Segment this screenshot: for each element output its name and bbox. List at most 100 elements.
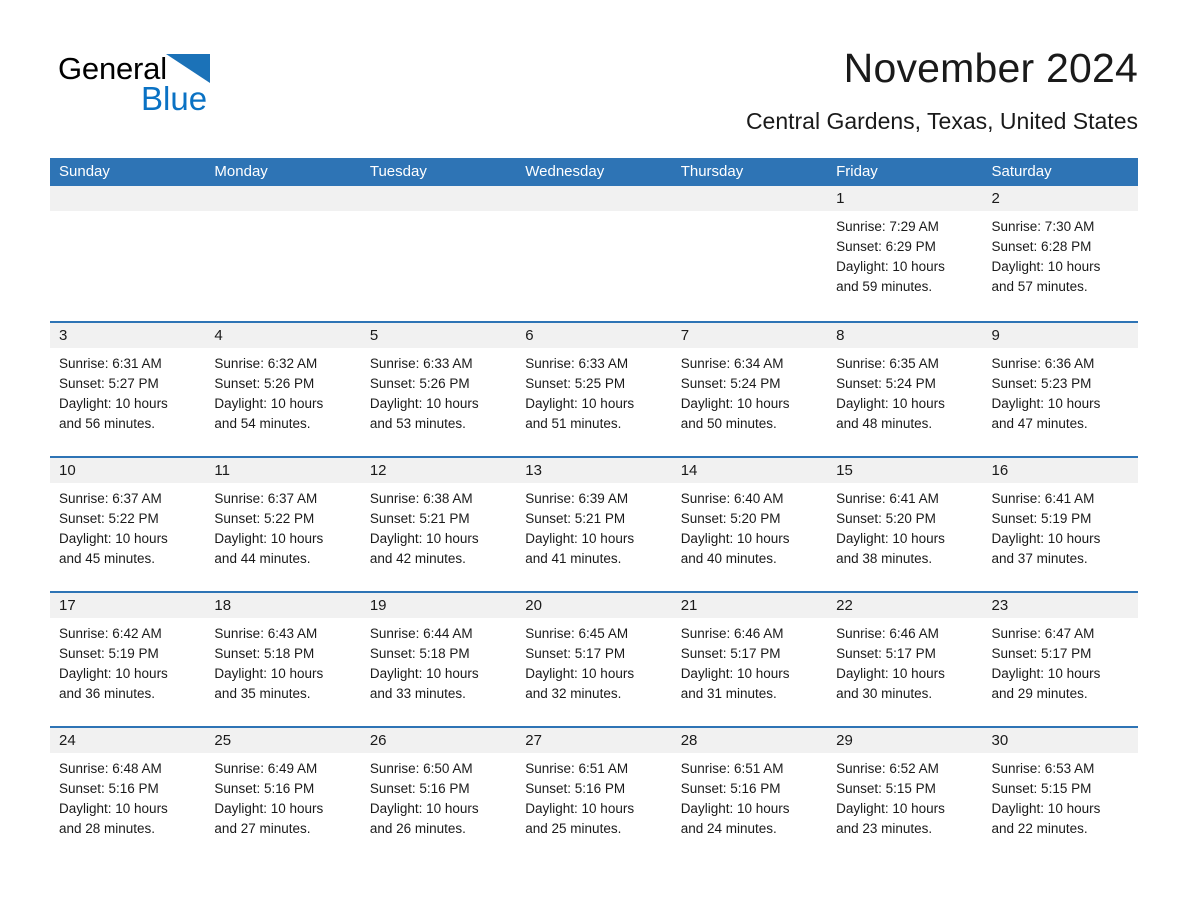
day-details: Sunrise: 6:32 AM Sunset: 5:26 PM Daylight:… — [205, 348, 360, 434]
day-daylight-line1-text: Daylight: 10 hours — [991, 396, 1101, 411]
calendar-day-cell[interactable]: 17 Sunrise: 6:42 AM Sunset: 5:19 PM Dayligh… — [50, 593, 206, 726]
day-sunset-text: Sunset: 5:17 PM — [525, 646, 626, 661]
day-number: 1 — [827, 186, 983, 211]
day-daylight-line1-text: Daylight: 10 hours — [59, 666, 168, 681]
day-details: Sunrise: 6:51 AM Sunset: 5:16 PM Daylight:… — [672, 753, 827, 839]
day-sunset-text: Sunset: 5:18 PM — [369, 646, 470, 661]
day-number: 19 — [360, 593, 517, 618]
day-sunrise-text: Sunrise: 6:50 AM — [369, 761, 473, 776]
day-sunrise-text: Sunrise: 6:37 AM — [214, 491, 318, 506]
day-sunrise-text: Sunrise: 7:29 AM — [836, 219, 939, 234]
calendar-week-row: 10 Sunrise: 6:37 AM Sunset: 5:22 PM Dayligh… — [50, 456, 1138, 591]
day-daylight-line1-text: Daylight: 10 hours — [836, 531, 945, 546]
calendar-day-cell[interactable]: 26 Sunrise: 6:50 AM Sunset: 5:16 PM Dayligh… — [360, 728, 517, 861]
calendar-day-cell[interactable]: 28 Sunrise: 6:51 AM Sunset: 5:16 PM Dayligh… — [671, 728, 828, 861]
day-daylight-line1-text: Daylight: 10 hours — [836, 396, 945, 411]
day-number: 22 — [827, 593, 983, 618]
calendar-day-cell[interactable]: 27 Sunrise: 6:51 AM Sunset: 5:16 PM Dayligh… — [516, 728, 672, 861]
day-daylight-line2-text: and 37 minutes. — [991, 551, 1088, 566]
calendar-day-cell[interactable]: 21 Sunrise: 6:46 AM Sunset: 5:17 PM Dayligh… — [671, 593, 828, 726]
calendar-day-cell[interactable]: 11 Sunrise: 6:37 AM Sunset: 5:22 PM Dayligh… — [205, 458, 361, 591]
day-sunset-text: Sunset: 5:16 PM — [214, 781, 315, 796]
calendar-day-cell[interactable]: 29 Sunrise: 6:52 AM Sunset: 5:15 PM Dayligh… — [827, 728, 983, 861]
weekday-header-friday: Friday — [836, 163, 878, 180]
day-number: 30 — [982, 728, 1138, 753]
general-blue-logo[interactable]: General Blue — [58, 52, 288, 118]
day-sunrise-text: Sunrise: 6:51 AM — [525, 761, 629, 776]
day-daylight-line2-text: and 44 minutes. — [214, 551, 311, 566]
calendar-day-cell[interactable]: 16 Sunrise: 6:41 AM Sunset: 5:19 PM Dayligh… — [982, 458, 1138, 591]
day-number: 25 — [205, 728, 361, 753]
calendar-day-cell[interactable]: 1 Sunrise: 7:29 AM Sunset: 6:29 PM Daylight… — [827, 186, 983, 321]
calendar-day-cell[interactable]: 7 Sunrise: 6:34 AM Sunset: 5:24 PM Daylight… — [671, 323, 828, 456]
day-daylight-line1-text: Daylight: 10 hours — [214, 396, 324, 411]
calendar-day-cell[interactable]: 8 Sunrise: 6:35 AM Sunset: 5:24 PM Daylight… — [827, 323, 983, 456]
calendar-day-cell[interactable]: 4 Sunrise: 6:32 AM Sunset: 5:26 PM Daylight… — [205, 323, 361, 456]
title-block: November 2024 Central Gardens, Texas, Un… — [438, 44, 1138, 136]
day-number: 27 — [516, 728, 672, 753]
day-sunset-text: Sunset: 5:17 PM — [836, 646, 936, 661]
calendar-day-cell[interactable]: 23 Sunrise: 6:47 AM Sunset: 5:17 PM Dayligh… — [982, 593, 1138, 726]
day-daylight-line2-text: and 25 minutes. — [525, 821, 622, 836]
day-sunrise-text: Sunrise: 6:33 AM — [369, 356, 473, 371]
weekday-header-saturday: Saturday — [991, 163, 1052, 180]
day-sunrise-text: Sunrise: 6:46 AM — [836, 626, 939, 641]
day-number: 20 — [516, 593, 672, 618]
calendar-day-cell[interactable]: 3 Sunrise: 6:31 AM Sunset: 5:27 PM Daylight… — [50, 323, 206, 456]
day-details: Sunrise: 6:31 AM Sunset: 5:27 PM Daylight:… — [50, 348, 205, 434]
calendar-day-cell[interactable]: 5 Sunrise: 6:33 AM Sunset: 5:26 PM Daylight… — [360, 323, 517, 456]
day-number: 29 — [827, 728, 983, 753]
day-sunset-text: Sunset: 6:29 PM — [836, 239, 936, 254]
calendar-week-row: 3 Sunrise: 6:31 AM Sunset: 5:27 PM Daylight… — [50, 321, 1138, 456]
day-daylight-line2-text: and 42 minutes. — [369, 551, 466, 566]
day-daylight-line1-text: Daylight: 10 hours — [680, 801, 790, 816]
calendar-day-cell[interactable]: 10 Sunrise: 6:37 AM Sunset: 5:22 PM Dayligh… — [50, 458, 206, 591]
day-daylight-line2-text: and 59 minutes. — [836, 279, 933, 294]
day-sunrise-text: Sunrise: 6:34 AM — [680, 356, 784, 371]
calendar-day-cell[interactable]: 24 Sunrise: 6:48 AM Sunset: 5:16 PM Dayligh… — [50, 728, 206, 861]
calendar-day-cell[interactable]: 15 Sunrise: 6:41 AM Sunset: 5:20 PM Dayligh… — [827, 458, 983, 591]
day-details: Sunrise: 6:47 AM Sunset: 5:17 PM Daylight:… — [983, 618, 1138, 704]
day-sunrise-text: Sunrise: 6:41 AM — [991, 491, 1095, 506]
day-daylight-line2-text: and 45 minutes. — [59, 551, 156, 566]
calendar-day-cell[interactable]: 9 Sunrise: 6:36 AM Sunset: 5:23 PM Daylight… — [982, 323, 1138, 456]
calendar-day-cell[interactable]: 12 Sunrise: 6:38 AM Sunset: 5:21 PM Dayligh… — [360, 458, 517, 591]
day-details: Sunrise: 6:37 AM Sunset: 5:22 PM Daylight:… — [205, 483, 360, 569]
day-number — [205, 186, 361, 211]
calendar-day-cell[interactable]: 19 Sunrise: 6:44 AM Sunset: 5:18 PM Dayligh… — [360, 593, 517, 726]
day-daylight-line1-text: Daylight: 10 hours — [59, 396, 168, 411]
day-daylight-line2-text: and 36 minutes. — [59, 686, 156, 701]
calendar-day-cell[interactable]: 25 Sunrise: 6:49 AM Sunset: 5:16 PM Dayligh… — [205, 728, 361, 861]
day-number — [360, 186, 517, 211]
calendar-day-cell[interactable]: 6 Sunrise: 6:33 AM Sunset: 5:25 PM Daylight… — [516, 323, 672, 456]
calendar-day-cell-empty — [360, 186, 517, 321]
calendar-day-cell[interactable]: 20 Sunrise: 6:45 AM Sunset: 5:17 PM Dayligh… — [516, 593, 672, 726]
calendar-day-cell[interactable]: 14 Sunrise: 6:40 AM Sunset: 5:20 PM Dayligh… — [671, 458, 828, 591]
day-daylight-line2-text: and 23 minutes. — [836, 821, 933, 836]
day-details: Sunrise: 6:37 AM Sunset: 5:22 PM Daylight:… — [50, 483, 205, 569]
day-sunset-text: Sunset: 5:22 PM — [214, 511, 315, 526]
calendar-day-cell[interactable]: 22 Sunrise: 6:46 AM Sunset: 5:17 PM Dayligh… — [827, 593, 983, 726]
day-sunrise-text: Sunrise: 6:35 AM — [836, 356, 939, 371]
calendar-day-cell[interactable]: 30 Sunrise: 6:53 AM Sunset: 5:15 PM Dayligh… — [982, 728, 1138, 861]
day-daylight-line2-text: and 30 minutes. — [836, 686, 933, 701]
day-details: Sunrise: 6:48 AM Sunset: 5:16 PM Daylight:… — [50, 753, 205, 839]
day-sunset-text: Sunset: 5:19 PM — [59, 646, 159, 661]
day-sunset-text: Sunset: 5:15 PM — [836, 781, 936, 796]
calendar-day-cell[interactable]: 13 Sunrise: 6:39 AM Sunset: 5:21 PM Dayligh… — [516, 458, 672, 591]
day-number: 26 — [360, 728, 517, 753]
day-sunrise-text: Sunrise: 6:41 AM — [836, 491, 939, 506]
calendar-day-cell-empty — [516, 186, 672, 321]
day-number: 4 — [205, 323, 361, 348]
day-sunset-text: Sunset: 5:23 PM — [991, 376, 1092, 391]
calendar-day-cell[interactable]: 2 Sunrise: 7:30 AM Sunset: 6:28 PM Daylight… — [982, 186, 1138, 321]
day-daylight-line1-text: Daylight: 10 hours — [214, 801, 324, 816]
day-sunset-text: Sunset: 5:24 PM — [680, 376, 781, 391]
calendar-day-cell[interactable]: 18 Sunrise: 6:43 AM Sunset: 5:18 PM Dayligh… — [205, 593, 361, 726]
day-daylight-line1-text: Daylight: 10 hours — [525, 801, 635, 816]
day-sunset-text: Sunset: 5:16 PM — [59, 781, 159, 796]
day-details: Sunrise: 6:36 AM Sunset: 5:23 PM Daylight:… — [983, 348, 1138, 434]
day-sunset-text: Sunset: 5:17 PM — [680, 646, 781, 661]
day-daylight-line2-text: and 27 minutes. — [214, 821, 311, 836]
day-number: 13 — [516, 458, 672, 483]
